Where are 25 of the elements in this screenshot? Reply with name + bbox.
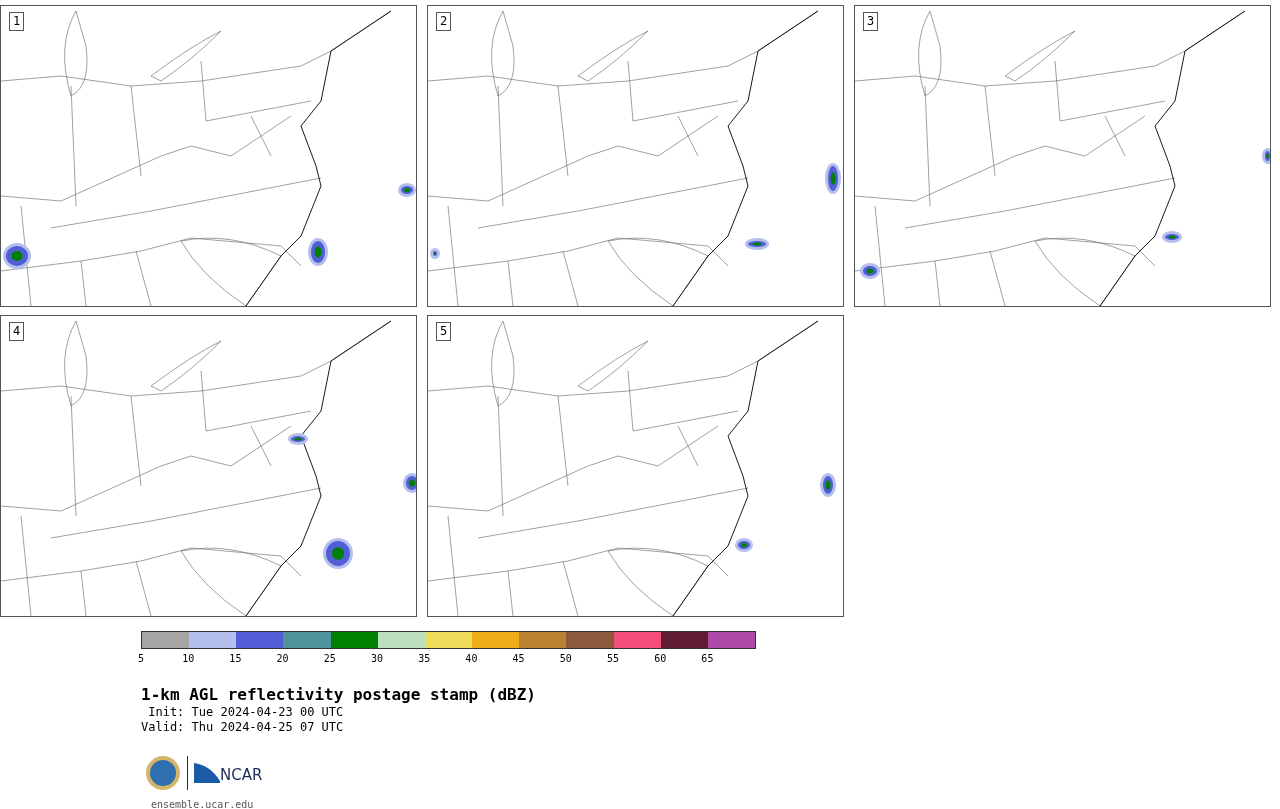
tick-label: 40 bbox=[465, 653, 478, 665]
valid-time: Valid: Thu 2024-04-25 07 UTC bbox=[141, 720, 344, 735]
panel-number: 2 bbox=[436, 12, 452, 31]
panel-number: 3 bbox=[863, 12, 879, 31]
chart-title: 1-km AGL reflectivity postage stamp (dBZ) bbox=[141, 685, 536, 705]
tick-label: 65 bbox=[701, 653, 714, 665]
seal-logo-icon bbox=[145, 755, 181, 791]
tick-label: 25 bbox=[323, 653, 336, 665]
tick-label: 10 bbox=[182, 653, 195, 665]
tick-label: 5 bbox=[138, 653, 144, 665]
tick-label: 15 bbox=[229, 653, 242, 665]
tick-label: 20 bbox=[276, 653, 289, 665]
footer-link[interactable]: ensemble.ucar.edu bbox=[151, 797, 254, 809]
tick-label: 30 bbox=[371, 653, 383, 665]
tick-label: 35 bbox=[418, 653, 431, 665]
init-time: Init: Tue 2024-04-23 00 UTC bbox=[147, 705, 344, 720]
tick-label: 50 bbox=[559, 653, 572, 665]
tick-label: 55 bbox=[607, 653, 619, 665]
tick-label: 45 bbox=[512, 653, 525, 665]
tick-label: 60 bbox=[654, 653, 667, 665]
panel-number: 1 bbox=[9, 12, 25, 31]
swoosh-logo-icon bbox=[194, 763, 220, 783]
logo-text: NCAR bbox=[220, 764, 263, 786]
panel-number: 4 bbox=[9, 322, 25, 341]
panel-number: 5 bbox=[436, 322, 452, 341]
